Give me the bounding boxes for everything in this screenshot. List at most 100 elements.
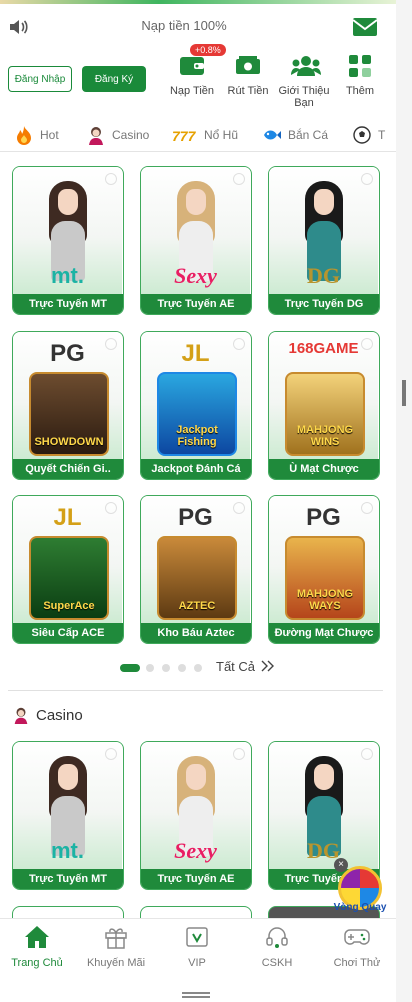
tab-hot[interactable]: Hot (14, 124, 59, 146)
favorite-toggle[interactable] (105, 338, 117, 350)
game-thumbnail-title: MAHJONG WINS (296, 424, 354, 448)
favorite-toggle[interactable] (233, 502, 245, 514)
dealer-icon (12, 706, 30, 724)
more-grid-icon (347, 54, 373, 78)
game-thumbnail: Jackpot Fishing (157, 372, 237, 456)
game-name: Kho Báu Aztec (141, 623, 251, 643)
pager-dot[interactable] (146, 664, 154, 672)
game-name: Ù Mạt Chược (269, 459, 379, 479)
nav-demo-label: Chơi Thử (333, 957, 381, 969)
pager-dot[interactable] (120, 664, 140, 672)
game-thumbnail: SHOWDOWN (29, 372, 109, 456)
game-card[interactable]: 168GAME MAHJONG WINS Ù Mạt Chược (268, 331, 380, 480)
scrollbar-grip[interactable] (402, 380, 406, 406)
game-name: Trực Tuyến MT (13, 294, 123, 314)
game-card[interactable]: JL Jackpot Fishing Jackpot Đánh Cá (140, 331, 252, 480)
game-card[interactable]: Sexy Trực Tuyến AE (140, 166, 252, 315)
nav-support[interactable]: CSKH (245, 923, 309, 969)
game-name: Jackpot Đánh Cá (141, 459, 251, 479)
tab-slots-label: Nổ Hũ (204, 128, 239, 142)
game-card[interactable]: PG SHOWDOWN Quyết Chiến Gi.. (12, 331, 124, 480)
register-button[interactable]: Đăng Ký (82, 66, 146, 92)
game-art: PG AZTEC (141, 496, 250, 624)
favorite-toggle[interactable] (105, 502, 117, 514)
gift-icon (102, 923, 130, 951)
mail-icon[interactable] (352, 14, 378, 45)
tab-slots[interactable]: 777 Nổ Hũ (172, 124, 238, 146)
favorite-toggle[interactable] (233, 338, 245, 350)
tab-fishing[interactable]: Bắn Cá (262, 124, 328, 146)
more-action[interactable]: Thêm (330, 54, 390, 97)
game-art: 168GAME MAHJONG WINS (269, 332, 378, 460)
game-art: DG (269, 167, 378, 295)
withdraw-action[interactable]: Rút Tiền (218, 54, 278, 97)
home-indicator (182, 992, 210, 998)
pager-dot[interactable] (162, 664, 170, 672)
headset-icon (263, 923, 291, 951)
favorite-toggle[interactable] (105, 748, 117, 760)
game-thumbnail-title: AZTEC (178, 600, 216, 612)
tab-sports[interactable]: T (352, 124, 385, 146)
game-art: Sexy (141, 167, 250, 295)
game-card[interactable]: mt. Trực Tuyến MT (12, 166, 124, 315)
tab-sports-label: T (378, 128, 386, 142)
home-icon (23, 923, 51, 951)
game-thumbnail: MAHJONG WAYS (285, 536, 365, 620)
login-button[interactable]: Đăng Nhập (8, 66, 72, 92)
provider-logo: mt. (51, 838, 84, 863)
game-thumbnail: SuperAce (29, 536, 109, 620)
tab-fishing-label: Bắn Cá (288, 128, 329, 142)
cash-icon (235, 54, 261, 78)
game-card[interactable]: PG AZTEC Kho Báu Aztec (140, 495, 252, 644)
nav-vip[interactable]: VIP (165, 923, 229, 969)
see-all-link[interactable]: Tất Cả (216, 659, 275, 675)
nav-promotions[interactable]: Khuyến Mãi (84, 923, 148, 969)
lucky-wheel-widget[interactable]: × Vòng Quay (334, 858, 390, 914)
app-screen: Nạp tiền 100% Đăng Nhập Đăng Ký Nạp Tiền… (0, 0, 396, 1002)
game-thumbnail-title: MAHJONG WAYS (296, 588, 354, 612)
close-icon[interactable]: × (334, 858, 348, 872)
deposit-action[interactable]: Nạp Tiền (162, 54, 222, 97)
flame-icon (14, 125, 34, 145)
fish-icon (262, 125, 282, 145)
pager-dot[interactable] (178, 664, 186, 672)
category-tabs: Hot Casino 777 Nổ Hũ Bắn Cá T (0, 116, 396, 152)
game-name: Quyết Chiến Gi.. (13, 459, 123, 479)
nav-vip-label: VIP (188, 957, 206, 969)
referral-action[interactable]: Giới Thiệu Bạn (274, 54, 334, 109)
game-name: Siêu Cấp ACE (13, 623, 123, 643)
favorite-toggle[interactable] (233, 173, 245, 185)
game-card[interactable]: mt. Trực Tuyến MT (12, 741, 124, 890)
game-thumbnail: AZTEC (157, 536, 237, 620)
withdraw-label: Rút Tiền (227, 85, 269, 97)
game-card[interactable]: Sexy Trực Tuyến AE (140, 741, 252, 890)
game-art: PG SHOWDOWN (13, 332, 122, 460)
pager-dot[interactable] (194, 664, 202, 672)
bottom-nav: Trang Chủ Khuyến Mãi VIP CSKH Chơi Thử (0, 918, 396, 980)
game-card[interactable]: PG MAHJONG WAYS Đường Mạt Chược (268, 495, 380, 644)
provider-logo: mt. (51, 263, 84, 288)
favorite-toggle[interactable] (361, 502, 373, 514)
game-card[interactable]: DG Trực Tuyến DG (268, 166, 380, 315)
favorite-toggle[interactable] (361, 173, 373, 185)
favorite-toggle[interactable] (361, 338, 373, 350)
favorite-toggle[interactable] (105, 173, 117, 185)
game-thumbnail-title: SHOWDOWN (34, 436, 104, 448)
top-banner-strip (0, 0, 396, 4)
nav-home[interactable]: Trang Chủ (5, 923, 69, 969)
favorite-toggle[interactable] (233, 748, 245, 760)
wheel-label: Vòng Quay (333, 902, 387, 913)
more-label: Thêm (345, 85, 375, 97)
friends-icon (291, 54, 321, 78)
referral-label: Giới Thiệu Bạn (278, 85, 330, 109)
nav-demo[interactable]: Chơi Thử (325, 923, 389, 969)
vip-icon (183, 923, 211, 951)
game-card[interactable]: JL SuperAce Siêu Cấp ACE (12, 495, 124, 644)
scrollbar-track[interactable] (396, 0, 412, 1002)
tab-casino[interactable]: Casino (86, 124, 149, 146)
dealer-icon (86, 125, 106, 145)
provider-logo: Sexy (174, 838, 217, 863)
game-art: PG MAHJONG WAYS (269, 496, 378, 624)
game-name: Trực Tuyến AE (141, 869, 251, 889)
favorite-toggle[interactable] (361, 748, 373, 760)
